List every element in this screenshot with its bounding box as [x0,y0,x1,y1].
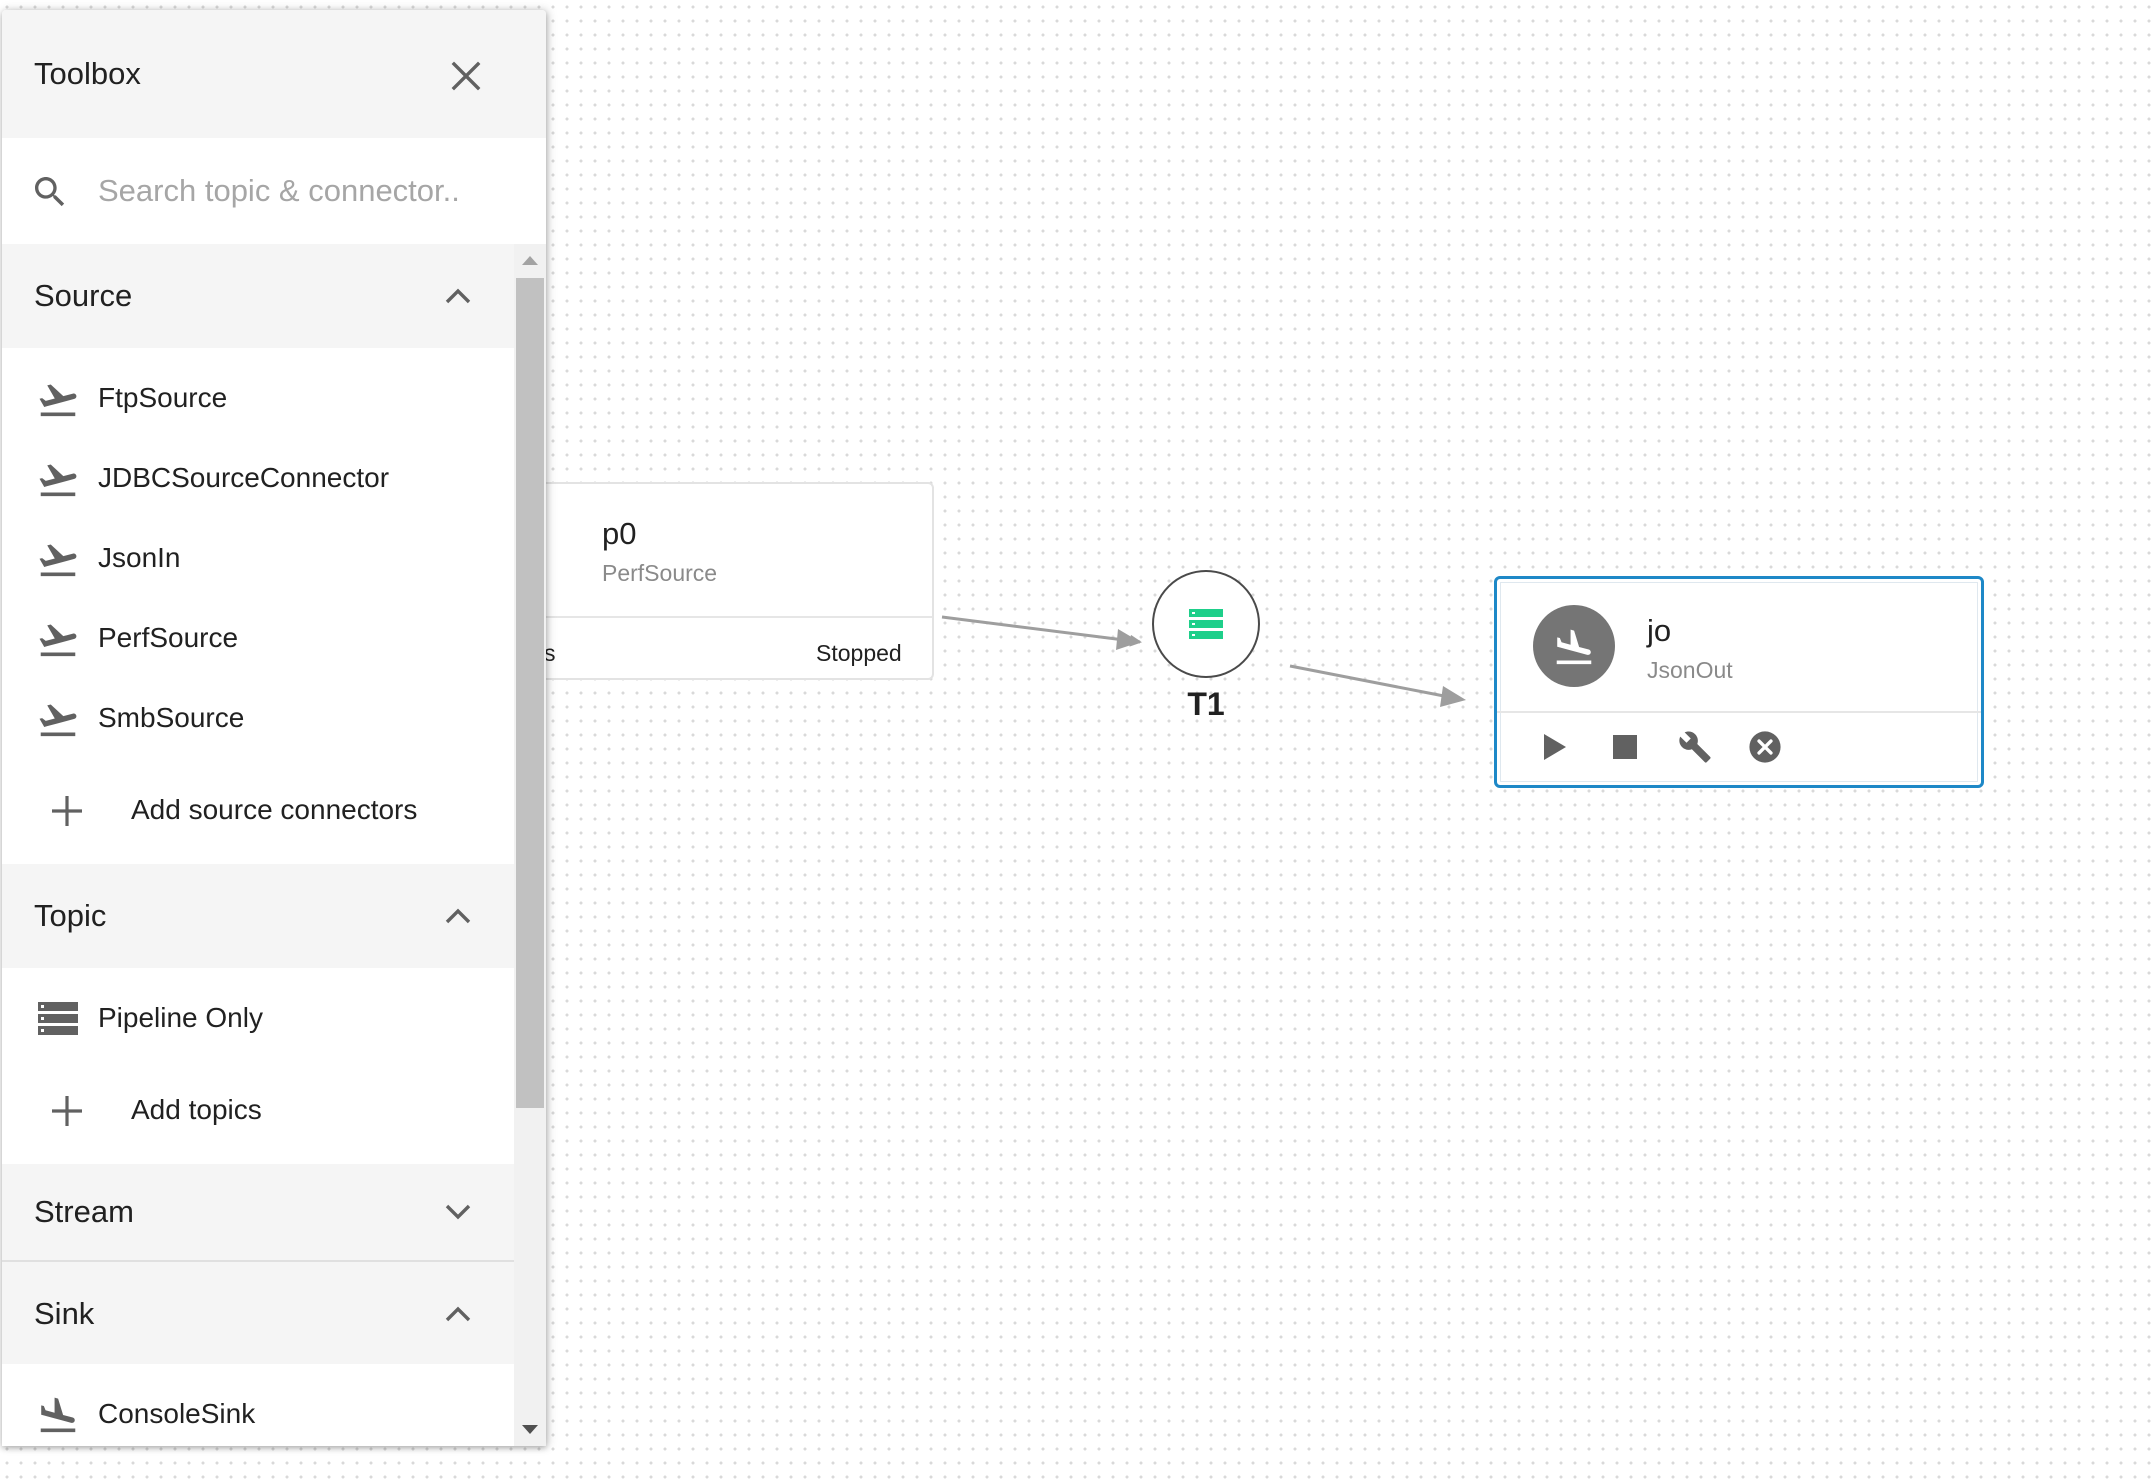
section-body-source: FtpSource JDBCSourceConnector JsonIn Per… [2,348,514,864]
sink-node-avatar [1533,605,1615,687]
toolbox-close-button[interactable] [446,56,486,96]
search-input[interactable] [98,164,518,218]
scroll-down-arrow-icon[interactable] [522,1425,538,1434]
toolbox-item-jsonin[interactable]: JsonIn [2,518,514,598]
section-header-topic[interactable]: Topic [2,864,514,968]
sink-node-actions [1537,729,1783,765]
sink-node-divider [1497,711,1981,713]
scroll-up-arrow-icon[interactable] [522,256,538,265]
delete-button[interactable] [1747,729,1783,765]
section-title-stream: Stream [34,1194,134,1229]
toolbox-scrollbar[interactable] [514,244,546,1446]
edge-t1-to-jo [1289,664,1445,698]
toolbox-item-jdbcsourceconnector[interactable]: JDBCSourceConnector [2,438,514,518]
section-body-sink: ConsoleSink [2,1364,514,1446]
toolbox-item-ftpsource[interactable]: FtpSource [2,358,514,438]
toolbox-item-label: FtpSource [98,382,228,413]
topic-stack-icon [1189,609,1223,639]
section-title-topic: Topic [34,898,107,933]
section-header-source[interactable]: Source [2,244,514,348]
cancel-circle-icon [1749,731,1781,763]
add-topics-button[interactable]: Add topics [2,1058,514,1164]
toolbox-item-label: JDBCSourceConnector [98,462,390,493]
edge-p0-to-t1 [941,615,1142,647]
flight-takeoff-icon [39,544,77,577]
edge-p0-arrowhead [1116,629,1140,650]
flight-takeoff-icon [39,384,77,417]
toolbox-item-perfsource[interactable]: PerfSource [2,598,514,678]
toolbox-item-label: Pipeline Only [98,1002,263,1033]
wrench-icon [1679,731,1711,763]
add-topics-label: Add topics [131,1094,262,1125]
edge-t1-arrowhead [1440,686,1466,707]
flight-takeoff-icon [39,624,77,657]
source-node-status: Stopped [816,640,902,666]
toolbox-item-label: SmbSource [98,702,245,733]
toolbox-item-label: PerfSource [98,622,239,653]
toolbox-title: Toolbox [34,56,141,91]
source-node-divider [502,616,932,618]
topic-stack-icon [38,1002,78,1035]
section-title-source: Source [34,278,133,313]
toolbox-panel[interactable]: Toolbox Source FtpSource [2,10,546,1446]
plus-icon [52,1096,82,1126]
source-node-class: PerfSource [602,560,718,586]
flight-land-icon [1556,629,1592,665]
add-source-connectors-button[interactable]: Add source connectors [2,758,514,864]
scrollbar-thumb[interactable] [516,278,544,1108]
toolbox-item-pipeline-only[interactable]: Pipeline Only [2,978,514,1058]
play-icon [1544,734,1566,760]
section-header-sink[interactable]: Sink [2,1262,514,1364]
stop-button[interactable] [1607,729,1643,765]
section-body-topic: Pipeline Only Add topics [2,968,514,1164]
flight-takeoff-icon [39,464,77,497]
topic-node-label: T1 [1187,686,1225,722]
source-node-name: p0 [602,516,637,551]
chevron-up-icon [440,278,476,314]
add-source-connectors-label: Add source connectors [131,794,418,825]
toolbox-header[interactable]: Toolbox [2,10,546,138]
toolbox-item-label: ConsoleSink [98,1398,256,1429]
start-button[interactable] [1537,729,1573,765]
toolbox-sections[interactable]: Source FtpSource JDBCSourceConnector Jso… [2,244,514,1446]
configure-button[interactable] [1677,729,1713,765]
section-title-sink: Sink [34,1296,95,1331]
close-icon [451,61,481,91]
plus-icon [52,796,82,826]
toolbox-item-label: JsonIn [98,542,181,573]
chevron-up-icon [440,898,476,934]
flight-takeoff-icon [39,704,77,737]
sink-node-name: jo [1647,613,1672,648]
sink-node-jo[interactable]: jo JsonOut [1494,576,1984,788]
toolbox-search [2,138,546,244]
section-header-stream[interactable]: Stream [2,1164,514,1260]
toolbox-item-smbsource[interactable]: SmbSource [2,678,514,758]
sink-node-class: JsonOut [1647,657,1733,683]
toolbox-item-consolesink[interactable]: ConsoleSink [2,1374,514,1446]
chevron-down-icon [440,1194,476,1230]
topic-node-t1[interactable] [1152,570,1260,678]
stop-icon [1613,735,1637,759]
chevron-up-icon [440,1296,476,1332]
flight-land-icon [40,1397,76,1433]
source-node-p0[interactable]: p0 PerfSource s Stopped [422,482,934,680]
search-icon [30,172,70,217]
